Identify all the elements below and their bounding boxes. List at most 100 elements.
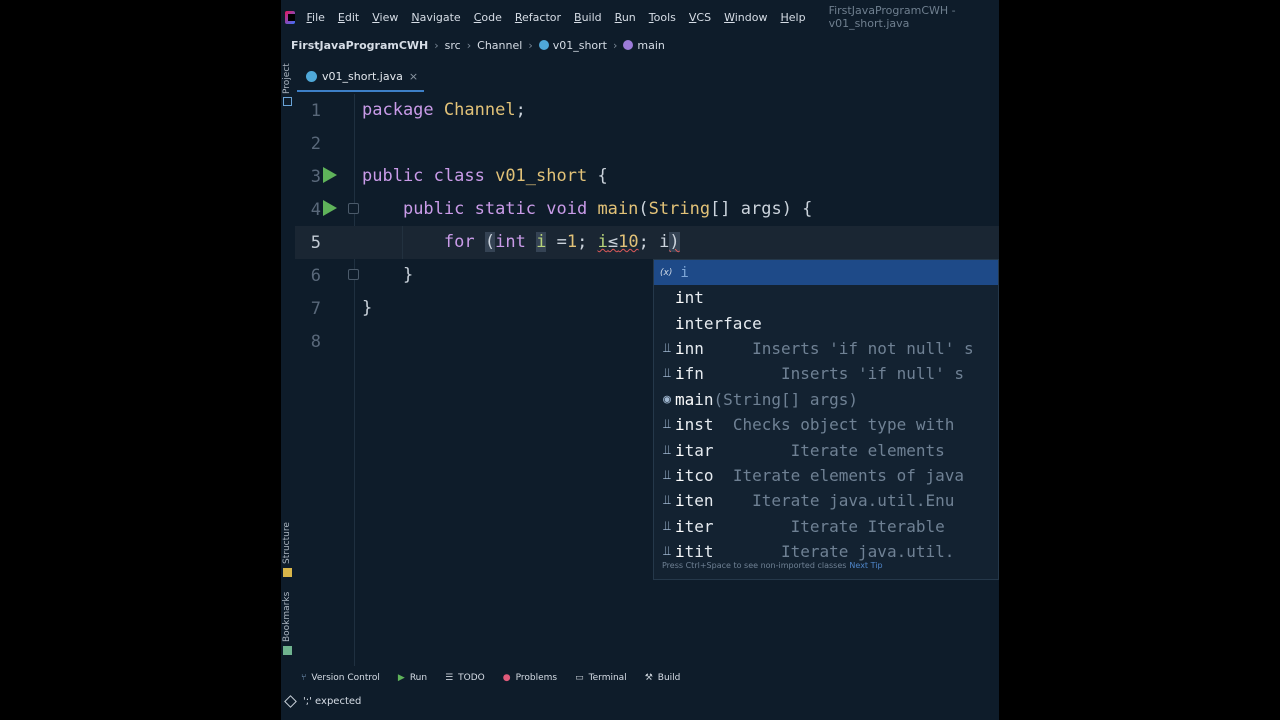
editor-tab[interactable]: v01_short.java × [297, 62, 425, 92]
line-number: 7 [310, 299, 321, 319]
menu-refactor[interactable]: Refactor [515, 11, 561, 24]
status-message: ';' expected [303, 695, 362, 707]
next-tip-link[interactable]: Next Tip [849, 561, 882, 570]
menu-window[interactable]: Window [724, 11, 767, 24]
menu-view[interactable]: View [372, 11, 398, 24]
layers-icon[interactable] [284, 694, 297, 708]
breadcrumb-method[interactable]: main [637, 39, 664, 52]
menu-build[interactable]: Build [574, 11, 602, 24]
completion-item[interactable]: interface [654, 310, 998, 335]
brace: { [587, 166, 608, 186]
completion-popup[interactable]: (x) i int interface ⫫ inn Inserts 'if not n… [653, 259, 999, 580]
todo-button[interactable]: ☰ TODO [445, 673, 485, 683]
completion-match-prefix: ma [675, 389, 695, 409]
tab-bookmarks[interactable]: Bookmarks [282, 592, 292, 642]
completion-match-rest: nst [684, 415, 714, 435]
play-icon: ▶ [397, 673, 405, 683]
bookmarks-icon[interactable] [283, 646, 292, 655]
app-logo-icon[interactable] [285, 10, 296, 24]
menu-run[interactable]: Run [615, 11, 636, 24]
fold-icon[interactable] [348, 269, 359, 280]
completion-item[interactable]: ⫫ iter Iterate Iterable [654, 514, 998, 539]
chevron-right-icon: › [466, 38, 472, 52]
completion-item[interactable]: ⫫ itar Iterate elements [654, 437, 998, 462]
code-line[interactable]: 4 public static void main(String[] args)… [295, 193, 999, 226]
completion-item-description: Inserts 'if not null' s [703, 338, 974, 358]
completion-match-rest: nt [684, 288, 704, 308]
tab-project[interactable]: Project [282, 63, 292, 94]
completion-match-prefix: i [675, 313, 685, 333]
completion-item-description: Iterate elements of java [713, 465, 964, 485]
live-template-icon: ⫫ [663, 442, 671, 458]
completion-item[interactable]: ⫫ ifn Inserts 'if null' s [654, 361, 998, 386]
code-line[interactable]: 1 package Channel; [295, 94, 999, 127]
menu-edit[interactable]: Edit [338, 11, 359, 24]
menu-vcs[interactable]: VCS [689, 11, 711, 24]
line-number: 1 [310, 101, 321, 121]
completion-item-description: Iterate java.util. [713, 542, 955, 562]
tab-structure[interactable]: Structure [282, 522, 292, 564]
menu-file[interactable]: File [306, 11, 324, 24]
completion-item[interactable]: ⫫ inn Inserts 'if not null' s [654, 336, 998, 361]
completion-match-rest: tit [684, 542, 714, 562]
paren: ) [669, 232, 680, 252]
completion-footer: Press Ctrl+Space to see non-imported cla… [662, 561, 883, 570]
line-number: 5 [310, 233, 321, 253]
live-template-icon: ⫫ [663, 366, 671, 382]
run-tool-button[interactable]: ▶ Run [398, 673, 427, 683]
status-bar: ';' expected [281, 692, 999, 710]
hammer-icon: ⚒ [644, 673, 653, 683]
variable: i [536, 232, 547, 252]
completion-item[interactable]: ⫫ iten Iterate java.util.Enu [654, 488, 998, 513]
completion-item[interactable]: ⫫ inst Checks object type with [654, 412, 998, 437]
close-tab-icon[interactable]: × [409, 70, 418, 83]
completion-item[interactable]: int [654, 285, 998, 310]
keyword: for [443, 232, 475, 252]
completion-match-rest: ten [684, 491, 714, 511]
completion-item-name: itit [675, 542, 714, 561]
completion-match-prefix: i [675, 491, 685, 511]
version-control-label: Version Control [311, 673, 380, 683]
completion-match-rest: tco [684, 465, 714, 485]
code-line[interactable]: 2 [295, 127, 999, 160]
fold-icon[interactable] [348, 203, 359, 214]
completion-match-rest: fn [684, 364, 704, 384]
live-template-icon: ⫫ [663, 493, 671, 509]
menu-code[interactable]: Code [474, 11, 502, 24]
editor-tab-label: v01_short.java [322, 69, 403, 83]
completion-list: int interface ⫫ inn Inserts 'if not null' s… [654, 285, 998, 564]
number: 10 [618, 232, 639, 252]
completion-match-prefix: i [675, 338, 685, 358]
completion-item[interactable]: ◉ main (String[] args) [654, 387, 998, 412]
operator: ≤ [607, 232, 619, 252]
current-code-line[interactable]: 5 for (int i =1; i≤10; i) [295, 226, 999, 259]
terminal-button[interactable]: ▭ Terminal [575, 673, 627, 683]
menu-tools[interactable]: Tools [649, 11, 676, 24]
list-icon: ☰ [445, 673, 454, 683]
completion-item-description: Iterate Iterable [713, 516, 945, 536]
method-icon [623, 40, 634, 50]
type-name: String [648, 199, 711, 219]
breadcrumb-package[interactable]: Channel [477, 39, 522, 52]
structure-icon[interactable] [283, 568, 292, 577]
build-button[interactable]: ⚒ Build [645, 673, 681, 683]
completion-match-rest: in [694, 389, 714, 409]
brace: } [362, 298, 373, 318]
menu-bar: File Edit View Navigate Code Refactor Bu… [281, 0, 999, 34]
breadcrumb-project[interactable]: FirstJavaProgramCWH [291, 39, 428, 52]
variable: i [597, 232, 608, 252]
run-class-icon[interactable] [323, 167, 337, 183]
project-icon[interactable] [283, 97, 292, 106]
run-method-icon[interactable] [323, 200, 337, 216]
chevron-right-icon: › [613, 38, 618, 52]
menu-navigate[interactable]: Navigate [411, 11, 460, 24]
completion-item-name: itar [675, 441, 714, 460]
breadcrumb-class[interactable]: v01_short [553, 39, 607, 52]
problems-button[interactable]: ● Problems [503, 673, 557, 683]
todo-label: TODO [458, 673, 485, 683]
menu-help[interactable]: Help [780, 11, 805, 24]
completion-item[interactable]: ⫫ itco Iterate elements of java [654, 463, 998, 488]
breadcrumb-src[interactable]: src [445, 39, 461, 52]
version-control-button[interactable]: ⑂ Version Control [301, 673, 380, 683]
code-line[interactable]: 3 public class v01_short { [295, 160, 999, 193]
